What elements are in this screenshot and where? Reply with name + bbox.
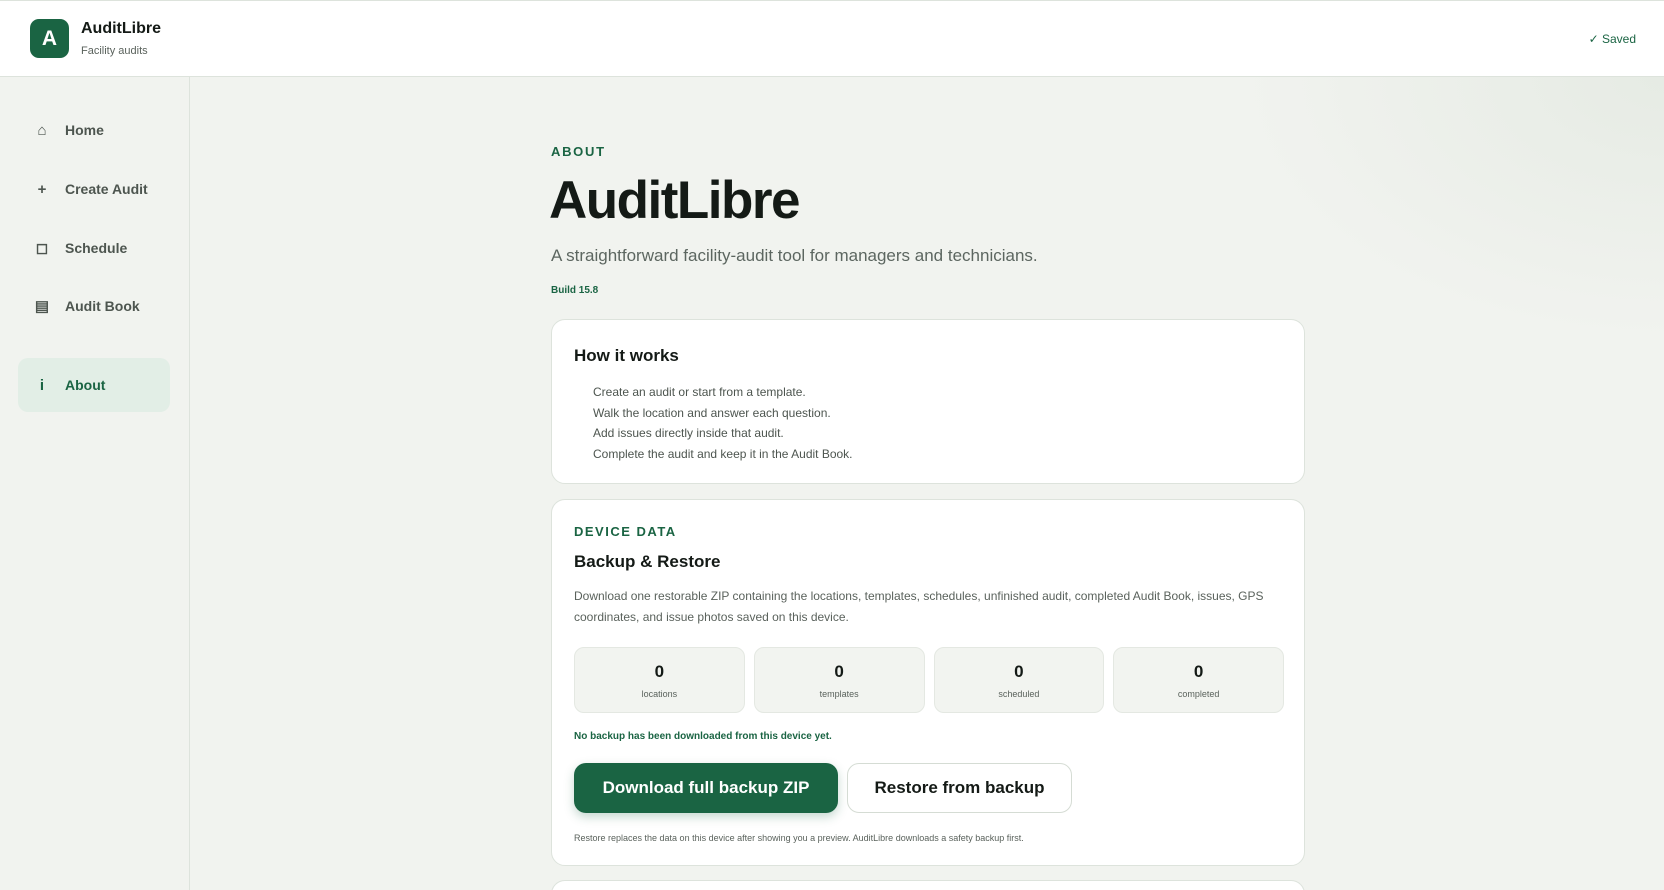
app-subtitle: Facility audits [81,45,148,57]
stat-label: locations [641,689,678,699]
sidebar-item-audit-book[interactable]: ▤ Audit Book [18,279,170,333]
stat-value: 0 [1193,662,1204,681]
page-tagline: A straightforward facility-audit tool fo… [551,246,1038,265]
stat-value: 0 [834,662,844,681]
app-logo: A [30,19,69,58]
list-item: Create an audit or start from a template… [593,385,806,399]
backup-description: Download one restorable ZIP containing t… [574,589,1264,624]
stat-locations: 0 locations [574,647,745,713]
stat-label: templates [819,689,859,699]
home-icon: ⌂ [37,121,47,139]
stat-completed: 0 completed [1113,647,1284,713]
backup-restore-card: DEVICE DATA Backup & Restore Download on… [551,499,1305,866]
app-title: AuditLibre [81,20,161,37]
card-title: How it works [574,346,679,365]
list-item: Walk the location and answer each questi… [593,405,831,420]
sidebar: ⌂ Home + Create Audit ◻ Schedule ▤ Audit… [0,77,190,890]
save-status: ✓ Saved [1588,32,1636,46]
sidebar-item-about[interactable]: i About [18,358,170,412]
stat-scheduled: 0 scheduled [933,647,1105,713]
sidebar-item-schedule[interactable]: ◻ Schedule [18,221,170,275]
page-eyebrow: ABOUT [551,144,606,159]
sidebar-item-label: Home [65,122,104,138]
sidebar-item-label: Create Audit [65,181,148,197]
list-item: Add issues directly inside that audit. [593,426,784,440]
sidebar-item-home[interactable]: ⌂ Home [18,103,170,157]
section-eyebrow: DEVICE DATA [574,524,677,539]
steps-list: Create an audit or start from a template… [593,382,853,464]
restore-fineprint: Restore replaces the data on this device… [574,833,1024,843]
list-item: Complete the audit and keep it in the Au… [593,446,853,461]
plus-icon: + [37,180,47,198]
stat-label: completed [1177,689,1220,699]
backup-notice: No backup has been downloaded from this … [574,731,832,742]
next-card [551,880,1305,890]
restore-backup-button[interactable]: Restore from backup [847,763,1072,813]
book-icon: ▤ [34,298,50,315]
sidebar-item-label: Audit Book [65,298,140,314]
sidebar-item-label: About [65,377,106,393]
stats-row: 0 locations 0 templates 0 scheduled 0 co… [574,647,1284,713]
card-title: Backup & Restore [574,552,721,571]
info-icon: i [39,376,45,394]
stat-value: 0 [1014,662,1024,681]
sidebar-item-create-audit[interactable]: + Create Audit [18,162,170,216]
stat-label: scheduled [998,689,1040,699]
stat-value: 0 [654,662,665,681]
stat-templates: 0 templates [753,647,925,713]
page-title: AuditLibre [549,171,800,230]
calendar-icon: ◻ [35,240,49,257]
sidebar-item-label: Schedule [65,240,128,256]
main-content: ABOUT AuditLibre A straightforward facil… [191,77,1664,890]
build-version: Build 15.8 [551,285,599,296]
how-it-works-card: How it works Create an audit or start fr… [551,319,1305,484]
top-bar: A AuditLibre Facility audits ✓ Saved [0,0,1664,77]
download-backup-button[interactable]: Download full backup ZIP [574,763,838,813]
